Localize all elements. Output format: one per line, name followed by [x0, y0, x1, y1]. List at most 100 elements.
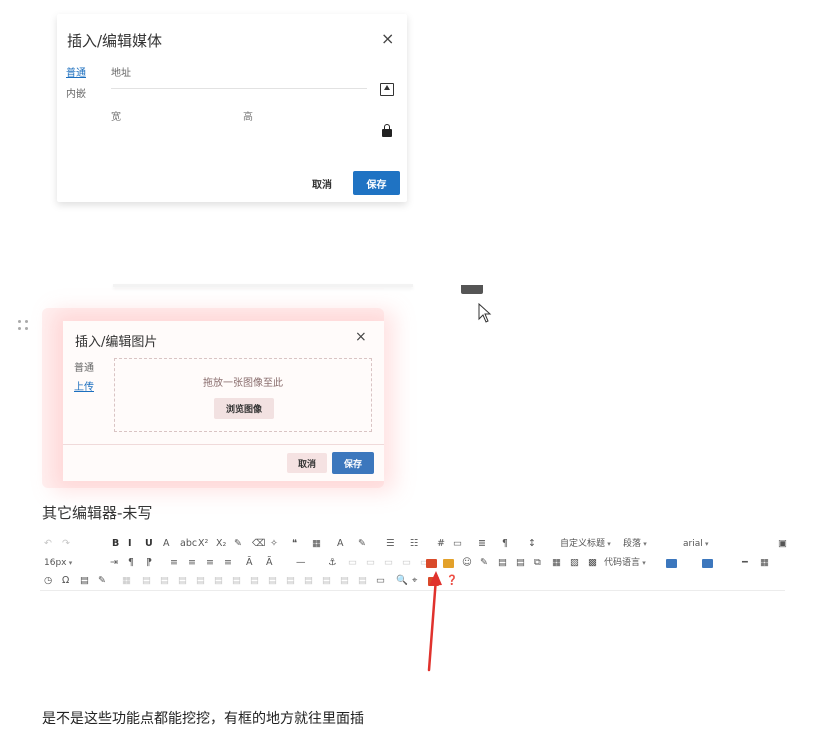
mergeright-icon[interactable]: ▤	[268, 574, 277, 588]
paragraph-select[interactable]: 段落	[623, 537, 647, 551]
subscript-icon[interactable]: X₂	[216, 537, 226, 551]
mergecells-icon[interactable]: ▤	[250, 574, 259, 588]
insert-code-icon[interactable]: ▩	[588, 556, 597, 570]
map-icon[interactable]: ⧉	[534, 556, 541, 570]
date-icon[interactable]: ▦	[760, 556, 769, 570]
undo-icon[interactable]: ↶	[44, 537, 52, 551]
italic-icon[interactable]: I	[128, 537, 132, 551]
tab-embed[interactable]: 内嵌	[66, 85, 86, 100]
ltr-icon[interactable]: ¶	[128, 556, 134, 570]
print-icon[interactable]: ▭	[376, 574, 385, 588]
page-break-icon[interactable]: ▭	[453, 537, 462, 551]
font-size-select[interactable]: 16px	[44, 556, 72, 570]
cancel-button[interactable]: 取消	[302, 172, 342, 194]
insertcol-icon[interactable]: ▤	[214, 574, 223, 588]
save-button[interactable]: 保存	[332, 452, 374, 474]
strikethrough-icon[interactable]: abc	[180, 537, 197, 551]
drag-handle-icon[interactable]	[18, 320, 30, 332]
blue-grid-icon[interactable]	[702, 559, 713, 568]
mergedown-icon[interactable]: ▤	[286, 574, 295, 588]
deletetable-icon[interactable]: ▤	[142, 574, 151, 588]
anchor-icon[interactable]: ⚓	[328, 556, 337, 570]
attachment-icon[interactable]: ▤	[516, 556, 525, 570]
rtl-icon[interactable]: ⁋	[146, 556, 152, 570]
row-spacing-icon[interactable]: ≣	[478, 537, 486, 551]
drop-zone-text: 拖放一张图像至此	[203, 378, 283, 389]
justify-icon[interactable]: ≡	[224, 556, 232, 570]
image-float-left-icon[interactable]: ▭	[384, 556, 393, 570]
preview-icon[interactable]: 🔍	[396, 574, 408, 588]
close-icon[interactable]: ×	[355, 329, 367, 345]
tab-general[interactable]: 普通	[74, 359, 94, 374]
pencil-icon[interactable]: ✎	[480, 556, 488, 570]
unordered-list-icon[interactable]: ☷	[410, 537, 419, 551]
emotion-icon[interactable]: ☺	[462, 556, 472, 570]
charts-icon[interactable]: ▤	[358, 574, 367, 588]
ghost-block-edge	[113, 284, 413, 287]
insert-image-icon[interactable]	[443, 559, 454, 568]
bold-icon[interactable]: B	[112, 537, 119, 551]
code-language-select[interactable]: 代码语言	[604, 556, 646, 570]
ordered-list-icon[interactable]: ☰	[386, 537, 395, 551]
image-float-none-icon[interactable]: ▭	[402, 556, 411, 570]
unlink-icon[interactable]: ▭	[366, 556, 375, 570]
splittocols-icon[interactable]: ▤	[340, 574, 349, 588]
indent-icon[interactable]: ⇥	[110, 556, 118, 570]
wordimage-icon[interactable]: ✎	[98, 574, 106, 588]
url-input[interactable]	[111, 88, 367, 89]
redo-icon[interactable]: ↷	[62, 537, 70, 551]
table-icon[interactable]: ▦	[312, 537, 321, 551]
highlight-icon[interactable]: ✧	[270, 537, 278, 551]
custom-heading-select[interactable]: 自定义标题	[560, 537, 611, 551]
align-center-icon[interactable]: ≡	[188, 556, 196, 570]
splittorows-icon[interactable]: ▤	[322, 574, 331, 588]
blue-image-icon[interactable]	[666, 559, 677, 568]
drop-zone[interactable]: 拖放一张图像至此 浏览图像	[114, 358, 372, 432]
upload-icon[interactable]	[380, 83, 394, 96]
underline-icon[interactable]: U	[145, 537, 153, 551]
format-painter-icon[interactable]: ⌫	[252, 537, 265, 551]
anchor-icon[interactable]: #	[437, 537, 445, 551]
superscript-icon[interactable]: X²	[198, 537, 208, 551]
horizontal-rule-icon[interactable]: —	[296, 556, 306, 570]
multi-image-icon[interactable]: ▤	[498, 556, 507, 570]
tab-general[interactable]: 普通	[66, 64, 86, 79]
font-color-box-icon[interactable]: A	[163, 537, 170, 551]
font-family-select[interactable]: arial	[683, 537, 708, 551]
browse-image-button[interactable]: 浏览图像	[214, 398, 274, 419]
mouse-cursor-icon	[478, 303, 492, 323]
deleterow-icon[interactable]: ▤	[196, 574, 205, 588]
cancel-button[interactable]: 取消	[287, 453, 327, 473]
align-left-icon[interactable]: ≡	[170, 556, 178, 570]
simple-upload-icon[interactable]	[426, 559, 437, 568]
expand-icon[interactable]	[461, 285, 483, 294]
image-dialog-title: 插入/编辑图片	[75, 335, 158, 350]
help-icon[interactable]: ❓	[446, 574, 458, 588]
deletecol-icon[interactable]: ▤	[232, 574, 241, 588]
line-height-icon[interactable]: ↕	[528, 537, 536, 551]
frame-icon[interactable]: ▧	[570, 556, 579, 570]
gmap-icon[interactable]: ▦	[552, 556, 561, 570]
lock-icon[interactable]	[382, 124, 392, 137]
inserttable-icon[interactable]: ▦	[122, 574, 131, 588]
insertparagraph-icon[interactable]: ▤	[160, 574, 169, 588]
tab-upload[interactable]: 上传	[74, 378, 94, 393]
time-icon[interactable]: ◷	[44, 574, 52, 588]
align-right-icon[interactable]: ≡	[206, 556, 214, 570]
touppercase-icon[interactable]: Ā	[246, 556, 253, 570]
expand-icon[interactable]: ▣	[778, 537, 787, 551]
divider-icon[interactable]: ━	[742, 556, 748, 570]
save-button[interactable]: 保存	[353, 171, 400, 195]
snapscreen-icon[interactable]: ▤	[80, 574, 89, 588]
link-icon[interactable]: ▭	[348, 556, 357, 570]
blockquote-icon[interactable]: ❝	[292, 537, 297, 551]
special-chars-icon[interactable]: Ω	[62, 574, 69, 588]
eraser-icon[interactable]: ✎	[234, 537, 242, 551]
background-color-icon[interactable]: ✎	[358, 537, 366, 551]
insertrow-icon[interactable]: ▤	[178, 574, 187, 588]
splittocells-icon[interactable]: ▤	[304, 574, 313, 588]
font-color-icon[interactable]: A	[337, 537, 344, 551]
close-icon[interactable]: ×	[381, 29, 394, 48]
paragraph-format-icon[interactable]: ¶	[502, 537, 508, 551]
tolowercase-icon[interactable]: Ã	[266, 556, 273, 570]
